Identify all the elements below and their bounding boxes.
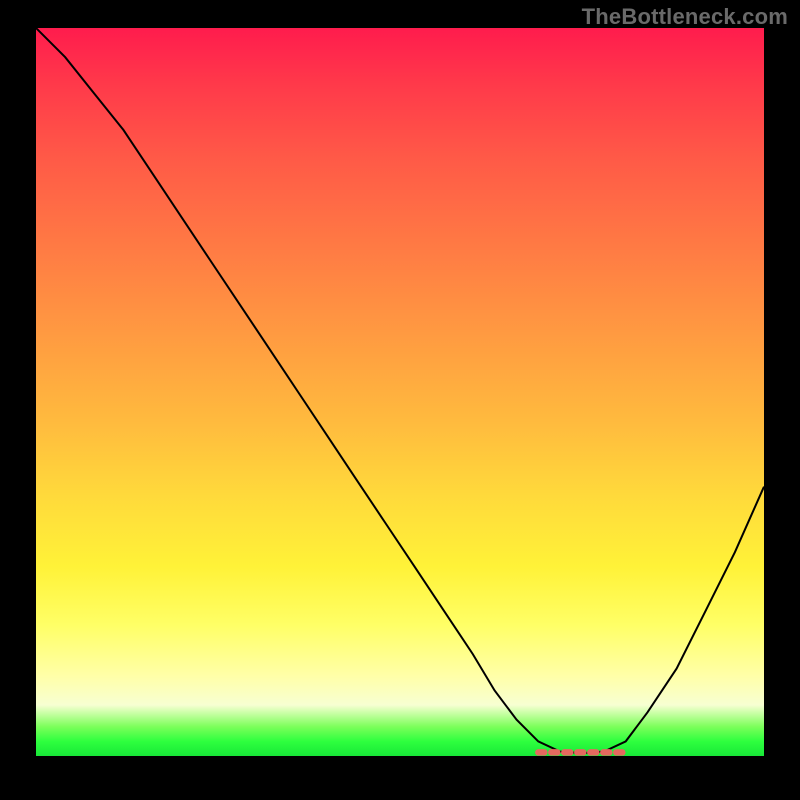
plot-area [36,28,764,756]
bottleneck-curve [36,28,764,753]
curve-svg [36,28,764,756]
chart-frame: TheBottleneck.com [0,0,800,800]
watermark-label: TheBottleneck.com [582,4,788,30]
